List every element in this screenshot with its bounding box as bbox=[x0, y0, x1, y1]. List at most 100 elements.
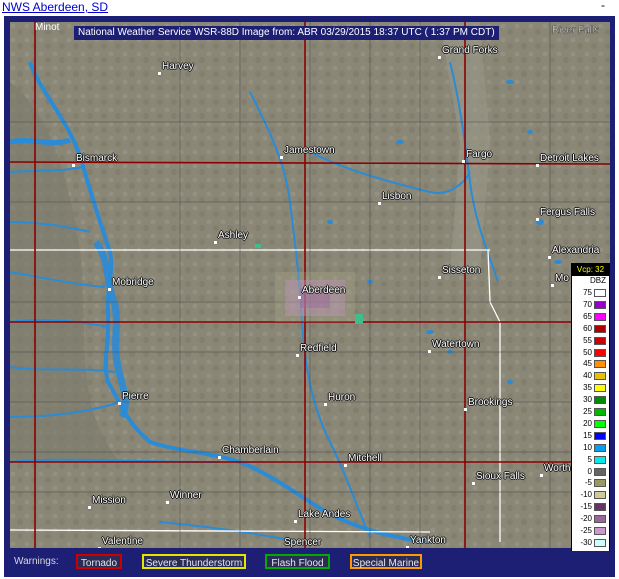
city-label-bismarck: Bismarck bbox=[76, 153, 118, 164]
city-marker-mitchell bbox=[344, 464, 347, 467]
legend-row: -5 bbox=[572, 478, 609, 488]
legend-row: 50 bbox=[572, 348, 609, 358]
city-label-mo: Mo bbox=[555, 273, 569, 284]
city-marker-detroit-lakes bbox=[536, 164, 539, 167]
corner-city-right: River Falls bbox=[552, 25, 600, 36]
legend-row: -25 bbox=[572, 526, 609, 536]
city-label-sisseton: Sisseton bbox=[442, 265, 481, 276]
city-label-worth: Worth bbox=[544, 463, 571, 474]
dbz-unit: DBZ bbox=[590, 276, 606, 285]
vcp-label: Vcp: 32 bbox=[572, 264, 609, 276]
city-label-spencer: Spencer bbox=[284, 537, 322, 548]
legend-value: 45 bbox=[583, 359, 592, 369]
city-marker-mobridge bbox=[108, 288, 111, 291]
city-label-aberdeen: Aberdeen bbox=[302, 285, 346, 296]
nws-aberdeen-link[interactable]: NWS Aberdeen, SD bbox=[2, 0, 108, 14]
city-label-detroit-lakes: Detroit Lakes bbox=[540, 153, 599, 164]
legend-value: -10 bbox=[580, 490, 592, 500]
legend-value: 5 bbox=[587, 454, 592, 464]
warnings-label: Warnings: bbox=[14, 556, 59, 567]
legend-row: 60 bbox=[572, 324, 609, 334]
legend-value: 10 bbox=[583, 442, 592, 452]
city-marker-bismarck bbox=[72, 164, 75, 167]
legend-value: 50 bbox=[583, 347, 592, 357]
dbz-legend: Vcp: 32 DBZ 75 70 65 60 55 50 45 40 35 30 25 20 15 10… bbox=[571, 263, 610, 571]
city-marker-mo bbox=[551, 284, 554, 287]
legend-swatch bbox=[594, 312, 606, 321]
city-marker-lake-andes bbox=[294, 520, 297, 523]
city-label-grand-forks: Grand Forks bbox=[442, 45, 498, 56]
city-marker-aberdeen bbox=[298, 296, 301, 299]
legend-row: 10 bbox=[572, 443, 609, 453]
city-label-ashley: Ashley bbox=[218, 230, 249, 241]
corner-city-left: Minot bbox=[35, 22, 60, 33]
city-marker-watertown bbox=[428, 350, 431, 353]
legend-row: 40 bbox=[572, 371, 609, 381]
legend-row: -15 bbox=[572, 502, 609, 512]
legend-value: 70 bbox=[583, 299, 592, 309]
legend-swatch bbox=[594, 527, 606, 535]
legend-value: -15 bbox=[580, 502, 592, 512]
city-marker-pierre bbox=[118, 402, 121, 405]
city-label-fergus-falls: Fergus Falls bbox=[540, 207, 596, 218]
legend-swatch bbox=[594, 467, 606, 476]
city-marker-worth bbox=[540, 474, 543, 477]
radar-header: National Weather Service WSR-88D Image f… bbox=[74, 26, 499, 40]
legend-row: 70 bbox=[572, 300, 609, 310]
legend-row: 25 bbox=[572, 407, 609, 417]
city-label-mobridge: Mobridge bbox=[112, 277, 154, 288]
legend-value: 55 bbox=[583, 335, 592, 345]
legend-value: -5 bbox=[584, 478, 592, 488]
city-label-brookings: Brookings bbox=[468, 397, 513, 408]
city-marker-fergus-falls bbox=[536, 218, 539, 221]
legend-row: -30 bbox=[572, 538, 609, 548]
city-label-redfield: Redfield bbox=[300, 343, 337, 354]
city-marker-ashley bbox=[214, 241, 217, 244]
city-label-huron: Huron bbox=[328, 392, 356, 403]
legend-row: 15 bbox=[572, 431, 609, 441]
legend-swatch bbox=[594, 419, 606, 428]
warning-flash-flood-button[interactable]: Flash Flood bbox=[265, 554, 330, 569]
city-marker-chamberlain bbox=[218, 456, 221, 459]
legend-row: -20 bbox=[572, 514, 609, 524]
city-marker-redfield bbox=[296, 354, 299, 357]
city-label-chamberlain: Chamberlain bbox=[222, 445, 279, 456]
city-marker-harvey bbox=[158, 72, 161, 75]
city-label-watertown: Watertown bbox=[432, 339, 480, 350]
city-label-harvey: Harvey bbox=[162, 61, 194, 72]
legend-row: 20 bbox=[572, 419, 609, 429]
city-label-mitchell: Mitchell bbox=[348, 453, 382, 464]
legend-value: -30 bbox=[580, 537, 592, 547]
city-label-mission: Mission bbox=[92, 495, 126, 506]
legend-swatch bbox=[594, 408, 606, 416]
legend-swatch bbox=[594, 503, 606, 512]
city-marker-sioux-falls bbox=[472, 482, 475, 485]
radar-map[interactable]: Harvey Grand Forks Bismarck Jamestown Fargo D… bbox=[10, 22, 610, 548]
legend-value: 40 bbox=[583, 371, 592, 381]
legend-swatch bbox=[594, 289, 606, 297]
legend-swatch bbox=[594, 348, 606, 357]
city-label-winner: Winner bbox=[170, 490, 202, 501]
warning-severe-thunderstorm-button[interactable]: Severe Thunderstorm bbox=[142, 554, 246, 569]
city-label-sioux-falls: Sioux Falls bbox=[476, 471, 525, 482]
city-label-lisbon: Lisbon bbox=[382, 191, 412, 202]
city-marker-brookings bbox=[464, 408, 467, 411]
legend-swatch bbox=[594, 431, 606, 440]
legend-swatch bbox=[594, 443, 606, 452]
warnings-bar: Warnings: Tornado Severe Thunderstorm Flas… bbox=[10, 551, 610, 575]
legend-swatch bbox=[594, 455, 606, 464]
warning-special-marine-button[interactable]: Special Marine bbox=[350, 554, 422, 569]
warning-tornado-button[interactable]: Tornado bbox=[76, 554, 122, 569]
legend-value: 30 bbox=[583, 395, 592, 405]
legend-value: 65 bbox=[583, 311, 592, 321]
minimize-button[interactable]: - bbox=[601, 0, 605, 12]
legend-row: 45 bbox=[572, 359, 609, 369]
legend-row: 55 bbox=[572, 336, 609, 346]
lake-sakakawea bbox=[10, 137, 71, 146]
legend-swatch bbox=[594, 491, 606, 500]
legend-swatch bbox=[594, 360, 606, 369]
legend-value: 75 bbox=[583, 288, 592, 297]
city-label-valentine: Valentine bbox=[102, 536, 143, 547]
legend-value: 15 bbox=[583, 430, 592, 440]
city-marker-huron bbox=[324, 403, 327, 406]
